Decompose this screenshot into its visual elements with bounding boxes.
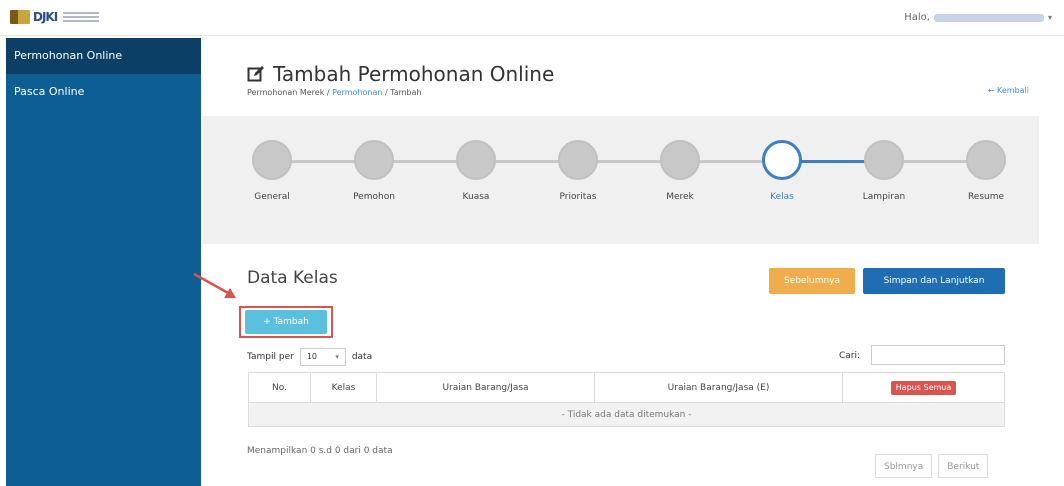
page-length-value: 10 [306, 352, 318, 361]
wizard-step-circle [252, 140, 292, 180]
wizard-step-label: Resume [967, 192, 1005, 202]
wizard-step-circle [966, 140, 1006, 180]
pagination-next-button[interactable]: Berikut [938, 454, 989, 478]
redacted-user-email [933, 13, 1044, 22]
wizard-step-merek[interactable]: Merek [650, 140, 710, 202]
logo-text: DJKI [33, 10, 58, 24]
sidebar-item-pasca-online[interactable]: Pasca Online [6, 74, 201, 110]
page-header: Tambah Permohonan Online Permohonan Mere… [203, 38, 1039, 116]
empty-table-message: - Tidak ada data ditemukan - [248, 402, 1005, 427]
column-header-no[interactable]: No. [248, 372, 311, 403]
search-label: Cari: [839, 351, 861, 361]
wizard-step-resume[interactable]: Resume [956, 140, 1016, 202]
column-header-uraian[interactable]: Uraian Barang/Jasa [376, 372, 595, 403]
wizard-step-label: Kuasa [462, 192, 490, 202]
wizard-step-circle [660, 140, 700, 180]
column-header-uraian-en[interactable]: Uraian Barang/Jasa (E) [594, 372, 843, 403]
table-row: - Tidak ada data ditemukan - [248, 402, 1005, 427]
page-length-suffix: data [351, 352, 373, 362]
table-header-row: No. Kelas Uraian Barang/Jasa Uraian Bara… [248, 372, 1005, 403]
user-menu[interactable]: Halo, ▾ [904, 12, 1052, 23]
edit-icon [247, 65, 265, 83]
section-title: Data Kelas [247, 268, 338, 288]
greeting-text: Halo, [904, 12, 930, 23]
annotation-arrow-icon [193, 272, 236, 298]
wizard-step-general[interactable]: General [242, 140, 302, 202]
wizard-step-label: Pemohon [353, 192, 395, 202]
previous-button[interactable]: Sebelumnya [769, 268, 855, 294]
add-button[interactable]: + Tambah [245, 310, 327, 334]
pagination: Sblmnya Berikut [875, 454, 989, 478]
wizard-step-kelas[interactable]: Kelas [752, 140, 812, 202]
kelas-table: No. Kelas Uraian Barang/Jasa Uraian Bara… [248, 372, 1005, 427]
chevron-down-icon: ▾ [335, 353, 339, 361]
wizard-step-label: General [254, 192, 290, 202]
page-length-select[interactable]: 10 ▾ [299, 348, 346, 366]
main-content: Tambah Permohonan Online Permohonan Mere… [203, 38, 1064, 486]
page-title: Tambah Permohonan Online [247, 62, 554, 86]
save-and-continue-button[interactable]: Simpan dan Lanjutkan [863, 268, 1005, 294]
wizard-step-pemohon[interactable]: Pemohon [344, 140, 404, 202]
page-length-prefix: Tampil per [247, 352, 294, 362]
breadcrumb-merek: Permohonan Merek / [247, 88, 333, 97]
wizard-step-prioritas[interactable]: Prioritas [548, 140, 608, 202]
page-title-text: Tambah Permohonan Online [273, 62, 555, 86]
wizard-step-circle [558, 140, 598, 180]
column-header-actions: Hapus Semua [842, 372, 1005, 403]
back-link[interactable]: ← Kembali [988, 86, 1029, 95]
column-header-kelas[interactable]: Kelas [310, 372, 377, 403]
wizard-steps: General Pemohon Kuasa Prioritas Merek Ke… [203, 116, 1039, 244]
wizard-step-label: Lampiran [862, 192, 906, 202]
sidebar-item-permohonan-online[interactable]: Permohonan Online [6, 38, 201, 74]
pagination-previous-button[interactable]: Sblmnya [875, 454, 933, 478]
wizard-step-label: Prioritas [559, 192, 597, 202]
wizard-step-label: Merek [666, 192, 694, 202]
breadcrumb: Permohonan Merek / Permohonan / Tambah [247, 88, 422, 97]
logo-subtitle-graphic [63, 12, 100, 22]
top-bar: DJKI Halo, ▾ [0, 0, 1064, 36]
wizard-step-circle-current [762, 140, 802, 180]
chevron-down-icon: ▾ [1047, 13, 1052, 22]
logo-emblem-icon [10, 10, 30, 24]
wizard-step-lampiran[interactable]: Lampiran [854, 140, 914, 202]
breadcrumb-tambah: / Tambah [382, 88, 422, 97]
delete-all-button[interactable]: Hapus Semua [890, 380, 957, 395]
sidebar: Permohonan Online Pasca Online [6, 38, 201, 486]
wizard-step-label: Kelas [770, 192, 794, 202]
djki-logo[interactable]: DJKI [10, 10, 100, 24]
wizard-step-kuasa[interactable]: Kuasa [446, 140, 506, 202]
wizard-step-circle [456, 140, 496, 180]
page-length-control: Tampil per 10 ▾ data [247, 348, 372, 366]
breadcrumb-permohonan-link[interactable]: Permohonan [332, 88, 382, 97]
search-input[interactable] [871, 345, 1005, 365]
table-info: Menampilkan 0 s.d 0 dari 0 data [247, 446, 393, 456]
wizard-step-circle [354, 140, 394, 180]
wizard-step-circle [864, 140, 904, 180]
